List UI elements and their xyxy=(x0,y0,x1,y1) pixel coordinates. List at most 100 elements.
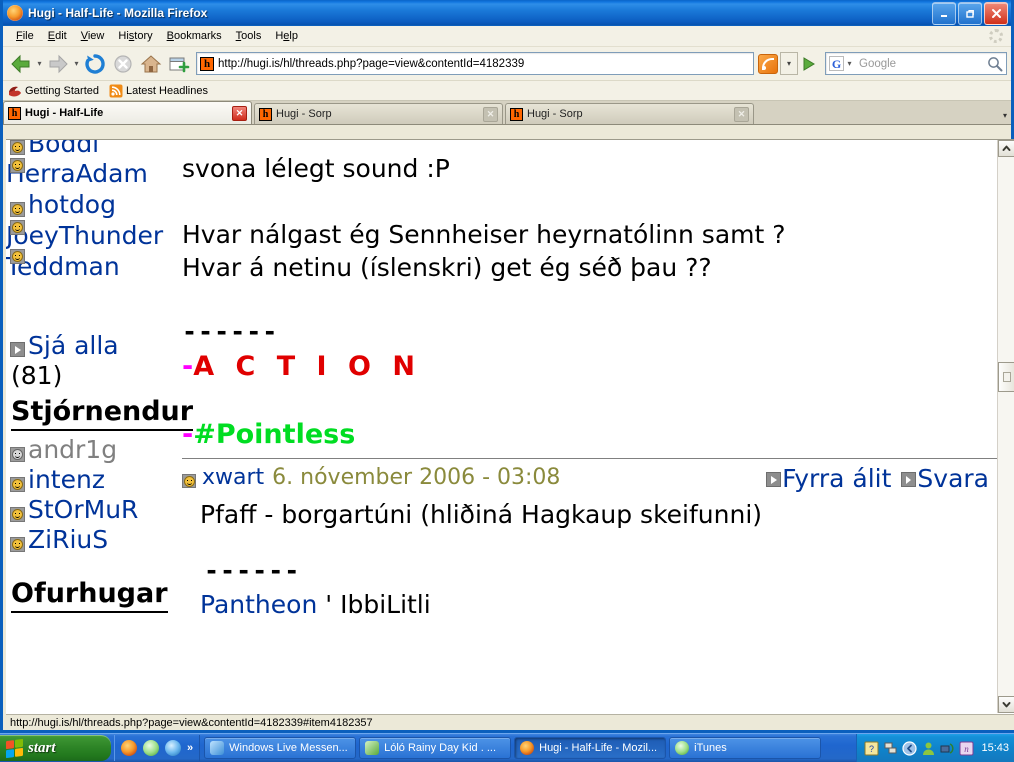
taskbar-clock[interactable]: 15:43 xyxy=(981,742,1009,754)
show-hidden-icons-icon[interactable] xyxy=(902,740,918,756)
taskbar-item-messenger[interactable]: Windows Live Messen... xyxy=(204,737,357,759)
post-line-3: Hvar á netinu (íslenskri) get ég séð þau… xyxy=(182,253,712,282)
new-tab-button[interactable] xyxy=(165,50,193,78)
menu-history[interactable]: History xyxy=(111,28,159,44)
sidebar-mod-zirius[interactable]: ZiRiuS xyxy=(6,525,201,555)
sidebar-user-hotdog[interactable]: hotdog xyxy=(6,189,201,220)
taskbar-item-label: Hugi - Half-Life - Mozil... xyxy=(539,742,658,754)
menu-view-rest: iew xyxy=(87,30,105,42)
windows-taskbar: start » Windows Live Messen... Lóló Rain… xyxy=(0,733,1014,762)
online-status-icon xyxy=(10,158,25,173)
sidebar-user-count: (81) xyxy=(11,361,63,390)
online-status-icon xyxy=(10,537,25,552)
tab-hugi-sorp-2[interactable]: h Hugi - Sorp ✕ xyxy=(505,103,754,124)
close-button[interactable] xyxy=(984,2,1008,25)
post-author-link[interactable]: xwart xyxy=(182,463,264,493)
taskbar-item-itunes[interactable]: iTunes xyxy=(669,737,822,759)
search-input[interactable]: Google xyxy=(854,58,986,70)
tab-list-dropdown-icon[interactable]: ▾ xyxy=(1003,111,1007,120)
post-reply-link[interactable]: Svara xyxy=(897,463,989,495)
sidebar-mod-intenz[interactable]: intenz xyxy=(6,465,201,495)
taskbar-item-lolo[interactable]: Lóló Rainy Day Kid . ... xyxy=(359,737,512,759)
onenote-tray-icon[interactable]: n xyxy=(959,741,974,756)
signature-link-pantheon[interactable]: Pantheon xyxy=(200,590,317,619)
post-line-2: Hvar nálgast ég Sennheiser heyrnatólinn … xyxy=(182,220,786,249)
taskbar-buttons: Windows Live Messen... Lóló Rainy Day Ki… xyxy=(204,737,856,759)
tab-close-icon[interactable]: ✕ xyxy=(483,106,498,122)
post-body-blank xyxy=(182,533,997,557)
sidebar-user-joeythunder[interactable]: JoeyThunder xyxy=(6,220,201,251)
tab-close-icon[interactable]: ✕ xyxy=(734,106,749,122)
tab-hugi-sorp-1[interactable]: h Hugi - Sorp ✕ xyxy=(254,103,503,124)
google-engine-icon[interactable]: G xyxy=(829,56,844,71)
system-tray: ? n 15:43 xyxy=(856,734,1014,762)
page-sidebar: Boddi HerraAdam hotdog JoeyThunder Teddm… xyxy=(6,140,201,613)
scrollbar-track[interactable] xyxy=(998,157,1014,696)
post-date: 6. nóvember 2006 - 03:08 xyxy=(272,465,561,490)
scroll-down-button[interactable] xyxy=(998,696,1014,713)
minimize-button[interactable] xyxy=(932,2,956,25)
menu-bookmarks-rest: ookmarks xyxy=(173,30,222,42)
taskbar-item-firefox[interactable]: Hugi - Half-Life - Mozil... xyxy=(514,737,667,759)
sidebar-user-label: andr1g xyxy=(28,435,118,464)
go-button[interactable] xyxy=(799,53,819,74)
network-activity-icon[interactable] xyxy=(940,741,955,756)
tab-close-icon[interactable]: ✕ xyxy=(232,105,247,121)
sidebar-mod-stormur[interactable]: StOrMuR xyxy=(6,495,201,525)
post-divider xyxy=(182,458,997,459)
rss-feed-icon[interactable] xyxy=(758,53,778,74)
sidebar-user-herraadam[interactable]: HerraAdam xyxy=(6,158,201,189)
search-bar[interactable]: G ▾ Google xyxy=(825,52,1007,75)
menu-view[interactable]: View xyxy=(74,28,112,44)
help-tray-icon[interactable]: ? xyxy=(864,741,879,756)
search-engine-dropdown-icon[interactable]: ▾ xyxy=(845,50,854,78)
post-previous-link[interactable]: Fyrra álit xyxy=(762,463,891,495)
search-icon[interactable] xyxy=(986,55,1004,73)
menu-help[interactable]: Help xyxy=(268,28,305,44)
back-dropdown-icon[interactable]: ▾ xyxy=(35,50,44,78)
tab-hugi-half-life[interactable]: h Hugi - Half-Life ✕ xyxy=(3,101,252,124)
url-dropdown-icon[interactable]: ▾ xyxy=(780,52,798,75)
sidebar-user-label: JoeyThunder xyxy=(6,221,164,250)
ie-quicklaunch-icon[interactable] xyxy=(165,740,181,756)
user-tray-icon[interactable] xyxy=(921,741,936,756)
tab-favicon-icon: h xyxy=(8,106,21,120)
network-tray-icon[interactable] xyxy=(883,741,898,756)
page-scrollbar[interactable] xyxy=(997,140,1014,713)
forward-dropdown-icon[interactable]: ▾ xyxy=(72,50,81,78)
itunes-quicklaunch-icon[interactable] xyxy=(143,740,159,756)
restore-button[interactable] xyxy=(958,2,982,25)
firefox-window: Hugi - Half-Life - Mozilla Firefox File … xyxy=(0,0,1014,733)
back-button[interactable] xyxy=(7,50,35,78)
bookmark-getting-started[interactable]: Getting Started xyxy=(8,84,99,98)
stop-button[interactable] xyxy=(109,50,137,78)
start-label: start xyxy=(28,739,56,756)
sidebar-user-teddman[interactable]: Teddman xyxy=(6,249,201,282)
menu-file[interactable]: File xyxy=(9,28,41,44)
sidebar-user-label: ZiRiuS xyxy=(28,525,109,554)
bookmark-latest-headlines[interactable]: Latest Headlines xyxy=(109,84,208,98)
scroll-up-button[interactable] xyxy=(998,140,1014,157)
forward-button[interactable] xyxy=(44,50,72,78)
menu-tools[interactable]: Tools xyxy=(229,28,269,44)
online-status-icon xyxy=(10,220,25,235)
menu-bookmarks[interactable]: Bookmarks xyxy=(160,28,229,44)
sidebar-see-all-link[interactable]: Sjá alla xyxy=(6,330,201,361)
window-title: Hugi - Half-Life - Mozilla Firefox xyxy=(28,5,208,20)
sidebar-mod-andr1g[interactable]: andr1g xyxy=(6,435,201,465)
tab-favicon-icon: h xyxy=(259,107,272,121)
thread-content: svona lélegt sound :P Hvar nálgast ég Se… xyxy=(182,140,997,623)
tag-label: #Pointless xyxy=(193,419,356,450)
quicklaunch-more-icon[interactable]: » xyxy=(187,742,193,754)
menu-edit[interactable]: Edit xyxy=(41,28,74,44)
reload-button[interactable] xyxy=(81,50,109,78)
home-button[interactable] xyxy=(137,50,165,78)
url-bar[interactable]: h http://hugi.is/hl/threads.php?page=vie… xyxy=(196,52,754,75)
start-button[interactable]: start xyxy=(0,735,111,761)
sidebar-user-boddi[interactable]: Boddi xyxy=(6,140,201,158)
sidebar-section-superfans: Ofurhugar xyxy=(6,577,201,613)
screen: Hugi - Half-Life - Mozilla Firefox File … xyxy=(0,0,1014,762)
scrollbar-thumb[interactable] xyxy=(998,362,1014,392)
firefox-quicklaunch-icon[interactable] xyxy=(121,740,137,756)
site-favicon-icon: h xyxy=(200,56,214,71)
